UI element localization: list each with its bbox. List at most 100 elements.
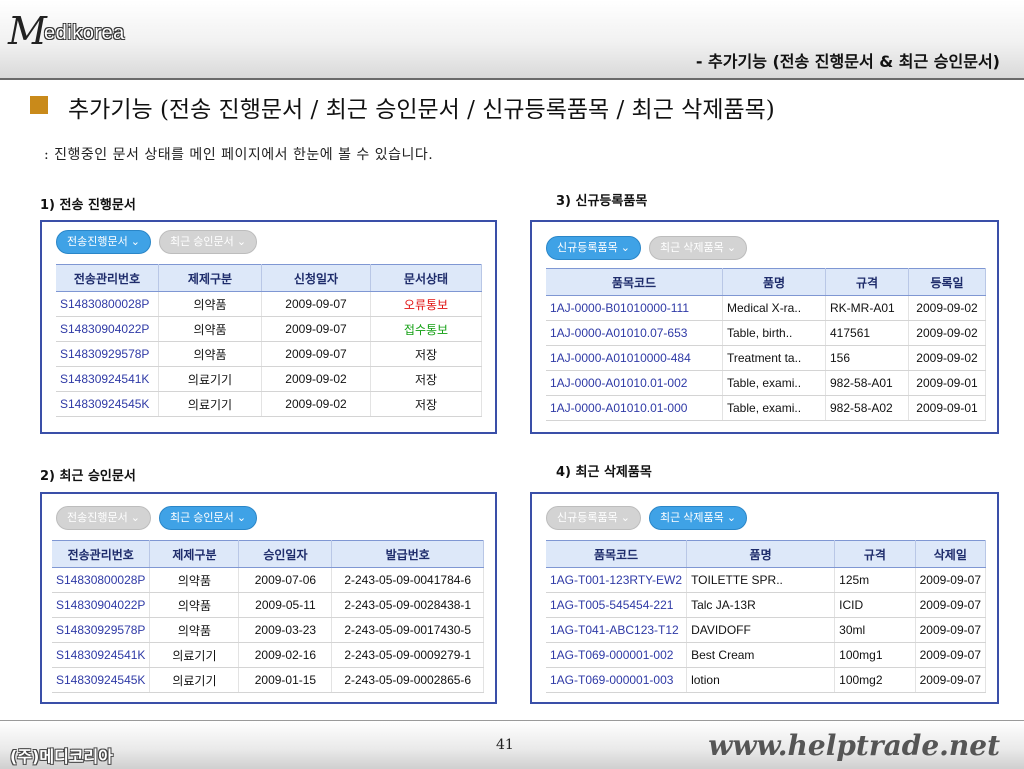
item-name-cell: Table, exami.. [722, 370, 826, 396]
table-row[interactable]: S14830929578P 의약품 2009-09-07 저장 [56, 341, 482, 367]
issue-number-cell: 2-243-05-09-0002865-6 [331, 667, 484, 693]
table-row[interactable]: 1AJ-0000-A01010000-484 Treatment ta.. 15… [546, 345, 986, 371]
doc-number-link[interactable]: S14830929578P [56, 341, 159, 367]
table-row[interactable]: 1AG-T001-123RTY-EW2 TOILETTE SPR.. 125m … [546, 567, 987, 593]
item-code-link[interactable]: 1AJ-0000-A01010.01-002 [546, 370, 723, 396]
table-row[interactable]: S14830924541K 의료기기 2009-09-02 저장 [56, 366, 482, 392]
tab-deleted-items[interactable]: 최근 삭제품목 ⌄ [649, 506, 748, 530]
table-row[interactable]: 1AJ-0000-A01010.01-000 Table, exami.. 98… [546, 395, 986, 421]
table-row[interactable]: 1AJ-0000-A01010.01-002 Table, exami.. 98… [546, 370, 986, 396]
section-label-deleted-items: 4) 최근 삭제품목 [556, 465, 652, 480]
tab-sending-docs[interactable]: 전송진행문서 ⌄ [56, 506, 151, 530]
col-header: 신청일자 [261, 264, 371, 292]
col-header: 발급번호 [331, 540, 484, 568]
table-row[interactable]: 1AG-T069-000001-003 lotion 100mg2 2009-0… [546, 667, 987, 693]
col-header: 규격 [834, 540, 916, 568]
panel-recent-approved: 전송진행문서 ⌄ 최근 승인문서 ⌄ 전송관리번호 제제구분 승인일자 발급번호… [40, 492, 497, 704]
date-cell: 2009-09-01 [908, 370, 986, 396]
date-cell: 2009-09-02 [908, 320, 986, 346]
spec-cell: ICID [834, 592, 916, 618]
item-name-cell: Table, exami.. [722, 395, 826, 421]
date-cell: 2009-09-07 [261, 316, 371, 342]
doc-number-link[interactable]: S14830924541K [52, 642, 151, 668]
table-row[interactable]: S14830924541K 의료기기 2009-02-16 2-243-05-0… [52, 642, 484, 668]
new-items-table: 품목코드 품명 규격 등록일 1AJ-0000-B01010000-111 Me… [546, 268, 986, 421]
square-bullet-icon [30, 96, 48, 114]
item-code-link[interactable]: 1AG-T005-545454-221 [546, 592, 688, 618]
spec-cell: 30ml [834, 617, 916, 643]
top-banner: M edikorea - 추가기능 (전송 진행문서 & 최근 승인문서) [0, 0, 1024, 80]
item-name-cell: Best Cream [686, 642, 836, 668]
category-cell: 의약품 [149, 592, 240, 618]
date-cell: 2009-09-01 [908, 395, 986, 421]
table-row[interactable]: S14830800028P 의약품 2009-09-07 오류통보 [56, 291, 482, 317]
col-header: 품목코드 [546, 268, 723, 296]
col-header: 삭제일 [915, 540, 987, 568]
table-row[interactable]: S14830904022P 의약품 2009-05-11 2-243-05-09… [52, 592, 484, 618]
table-row[interactable]: 1AG-T069-000001-002 Best Cream 100mg1 20… [546, 642, 987, 668]
item-code-link[interactable]: 1AG-T001-123RTY-EW2 [546, 567, 688, 593]
tab-deleted-items[interactable]: 최근 삭제품목 ⌄ [649, 236, 748, 260]
issue-number-cell: 2-243-05-09-0028438-1 [331, 592, 484, 618]
page-title: 추가기능 (전송 진행문서 / 최근 승인문서 / 신규등록품목 / 최근 삭제… [68, 97, 775, 123]
item-name-cell: TOILETTE SPR.. [686, 567, 836, 593]
item-name-cell: Talc JA-13R [686, 592, 836, 618]
spec-cell: 982-58-A02 [825, 395, 909, 421]
tab-new-items[interactable]: 신규등록품목 ⌄ [546, 236, 641, 260]
table-row[interactable]: 1AJ-0000-B01010000-111 Medical X-ra.. RK… [546, 295, 986, 321]
section-label-sending: 1) 전송 진행문서 [40, 198, 136, 213]
doc-number-link[interactable]: S14830800028P [52, 567, 151, 593]
category-cell: 의약품 [158, 341, 262, 367]
table-row[interactable]: 1AJ-0000-A01010.07-653 Table, birth.. 41… [546, 320, 986, 346]
sending-docs-table: 전송관리번호 제제구분 신청일자 문서상태 S14830800028P 의약품 … [56, 264, 482, 417]
doc-number-link[interactable]: S14830924545K [52, 667, 151, 693]
doc-number-link[interactable]: S14830924545K [56, 391, 159, 417]
date-cell: 2009-09-02 [908, 295, 986, 321]
item-code-link[interactable]: 1AG-T041-ABC123-T12 [546, 617, 688, 643]
item-name-cell: lotion [686, 667, 836, 693]
doc-number-link[interactable]: S14830929578P [52, 617, 151, 643]
tab-bar: 전송진행문서 ⌄ 최근 승인문서 ⌄ [56, 506, 258, 530]
table-row[interactable]: S14830800028P 의약품 2009-07-06 2-243-05-09… [52, 567, 484, 593]
item-code-link[interactable]: 1AJ-0000-A01010000-484 [546, 345, 723, 371]
tab-recent-approved[interactable]: 최근 승인문서 ⌄ [159, 506, 258, 530]
date-cell: 2009-09-07 [915, 642, 987, 668]
item-code-link[interactable]: 1AG-T069-000001-003 [546, 667, 688, 693]
footer-bar: (주)메디코리아 41 www.helptrade.net [0, 720, 1024, 769]
status-cell: 접수통보 [370, 316, 482, 342]
item-code-link[interactable]: 1AJ-0000-B01010000-111 [546, 295, 723, 321]
tab-new-items[interactable]: 신규등록품목 ⌄ [546, 506, 641, 530]
tab-recent-approved[interactable]: 최근 승인문서 ⌄ [159, 230, 258, 254]
category-cell: 의료기기 [158, 366, 262, 392]
date-cell: 2009-01-15 [238, 667, 333, 693]
item-code-link[interactable]: 1AJ-0000-A01010.01-000 [546, 395, 723, 421]
date-cell: 2009-09-07 [915, 567, 987, 593]
table-row[interactable]: S14830924545K 의료기기 2009-09-02 저장 [56, 391, 482, 417]
section-label-new-items: 3) 신규등록품목 [556, 194, 648, 209]
table-row[interactable]: 1AG-T041-ABC123-T12 DAVIDOFF 30ml 2009-0… [546, 617, 987, 643]
spec-cell: 417561 [825, 320, 909, 346]
doc-number-link[interactable]: S14830904022P [56, 316, 159, 342]
date-cell: 2009-09-07 [261, 341, 371, 367]
issue-number-cell: 2-243-05-09-0009279-1 [331, 642, 484, 668]
status-cell: 저장 [370, 366, 482, 392]
item-code-link[interactable]: 1AJ-0000-A01010.07-653 [546, 320, 723, 346]
col-header: 전송관리번호 [52, 540, 151, 568]
doc-number-link[interactable]: S14830904022P [52, 592, 151, 618]
col-header: 제제구분 [158, 264, 262, 292]
item-code-link[interactable]: 1AG-T069-000001-002 [546, 642, 688, 668]
doc-number-link[interactable]: S14830924541K [56, 366, 159, 392]
medikorea-logo: M [8, 9, 47, 53]
panel-sending-docs: 전송진행문서 ⌄ 최근 승인문서 ⌄ 전송관리번호 제제구분 신청일자 문서상태… [40, 220, 497, 434]
table-row[interactable]: S14830929578P 의약품 2009-03-23 2-243-05-09… [52, 617, 484, 643]
deleted-items-table: 품목코드 품명 규격 삭제일 1AG-T001-123RTY-EW2 TOILE… [546, 540, 987, 693]
spec-cell: 100mg2 [834, 667, 916, 693]
col-header: 품목코드 [546, 540, 688, 568]
table-row[interactable]: 1AG-T005-545454-221 Talc JA-13R ICID 200… [546, 592, 987, 618]
issue-number-cell: 2-243-05-09-0017430-5 [331, 617, 484, 643]
doc-number-link[interactable]: S14830800028P [56, 291, 159, 317]
tab-sending-docs[interactable]: 전송진행문서 ⌄ [56, 230, 151, 254]
item-name-cell: Treatment ta.. [722, 345, 826, 371]
table-row[interactable]: S14830904022P 의약품 2009-09-07 접수통보 [56, 316, 482, 342]
table-row[interactable]: S14830924545K 의료기기 2009-01-15 2-243-05-0… [52, 667, 484, 693]
